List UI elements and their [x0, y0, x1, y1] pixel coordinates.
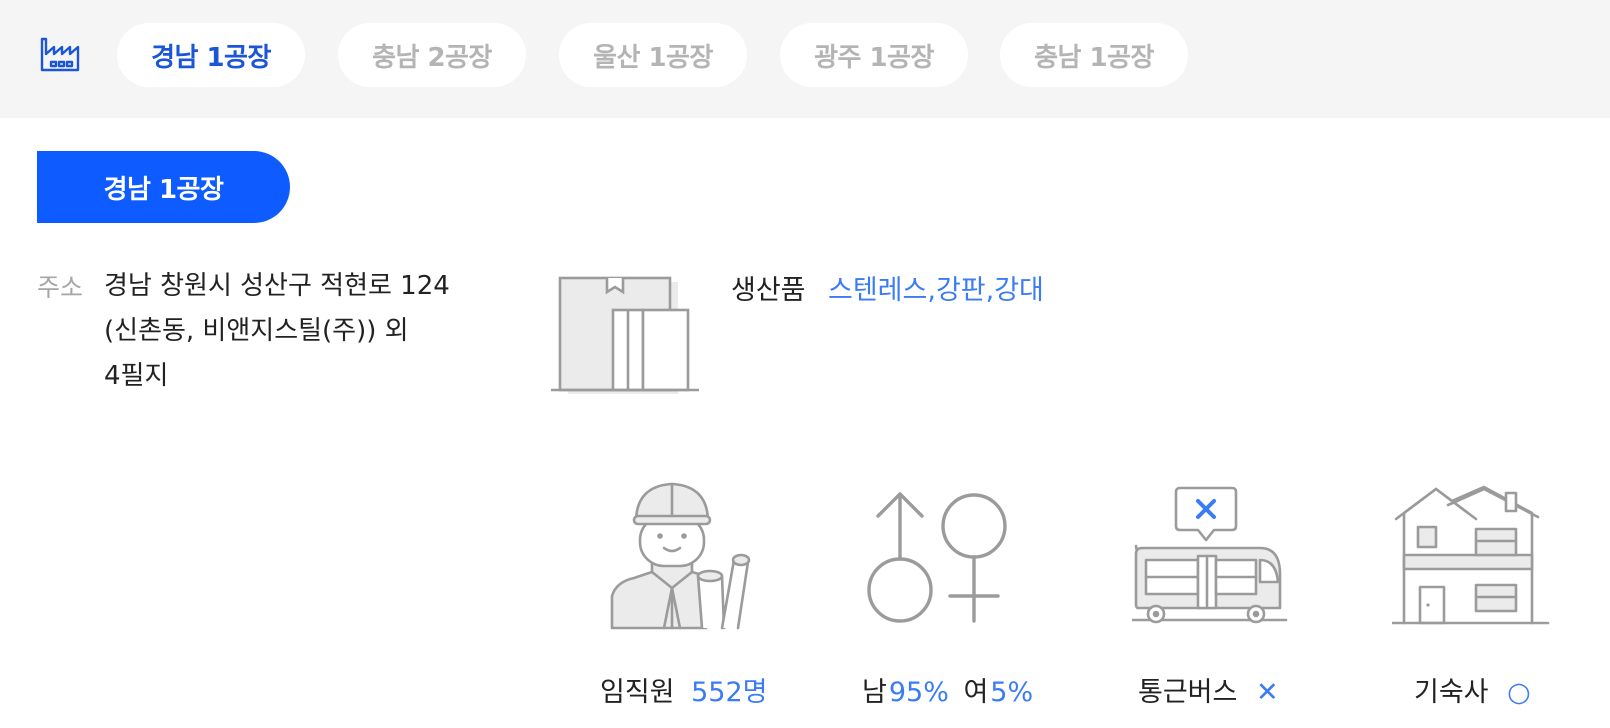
female-value: 5%: [990, 677, 1034, 708]
factory-icon: [40, 37, 80, 72]
gender-icon: [867, 492, 1007, 623]
gender-stat: 남95% 여5%: [862, 670, 1033, 709]
employees-stat: 임직원 552명: [600, 670, 768, 709]
house-icon: [1392, 485, 1550, 625]
bus-status-icon: ✕: [1255, 677, 1279, 708]
bus-stat: 통근버스 ✕: [1138, 670, 1279, 709]
dorm-label: 기숙사: [1414, 677, 1489, 708]
box-icon: [551, 276, 699, 394]
female-label: 여: [963, 677, 989, 708]
address-line-1: 경남 창원시 성산구 적현로 124: [104, 271, 450, 301]
address-line-2: (신촌동, 비앤지스틸(주)) 외: [104, 316, 409, 346]
address-text: 경남 창원시 성산구 적현로 124 (신촌동, 비앤지스틸(주)) 외 4필지: [104, 264, 484, 399]
tab-gyeongnam-1[interactable]: 경남 1공장: [117, 23, 305, 87]
tab-chungnam-2[interactable]: 충남 2공장: [338, 23, 526, 87]
products-label: 생산품: [731, 275, 806, 306]
employees-label: 임직원: [600, 677, 675, 708]
tab-chungnam-1[interactable]: 충남 1공장: [1000, 23, 1188, 87]
section-title: 경남 1공장: [37, 151, 290, 223]
bus-icon: [1132, 486, 1288, 624]
products-value: 스텐레스,강판,강대: [828, 275, 1044, 306]
tab-ulsan-1[interactable]: 울산 1공장: [559, 23, 747, 87]
tab-gwangju-1[interactable]: 광주 1공장: [780, 23, 968, 87]
address-label: 주소: [37, 273, 84, 302]
bus-label: 통근버스: [1138, 677, 1238, 708]
dorm-stat: 기숙사 ○: [1414, 670, 1531, 709]
male-value: 95%: [888, 677, 949, 708]
employees-value: 552명: [691, 677, 768, 708]
factory-tabbar: 경남 1공장 충남 2공장 울산 1공장 광주 1공장 충남 1공장: [0, 0, 1610, 118]
address-line-3: 4필지: [104, 361, 169, 391]
male-label: 남: [862, 677, 887, 708]
worker-icon: [610, 482, 751, 630]
dorm-status-icon: ○: [1507, 677, 1531, 708]
